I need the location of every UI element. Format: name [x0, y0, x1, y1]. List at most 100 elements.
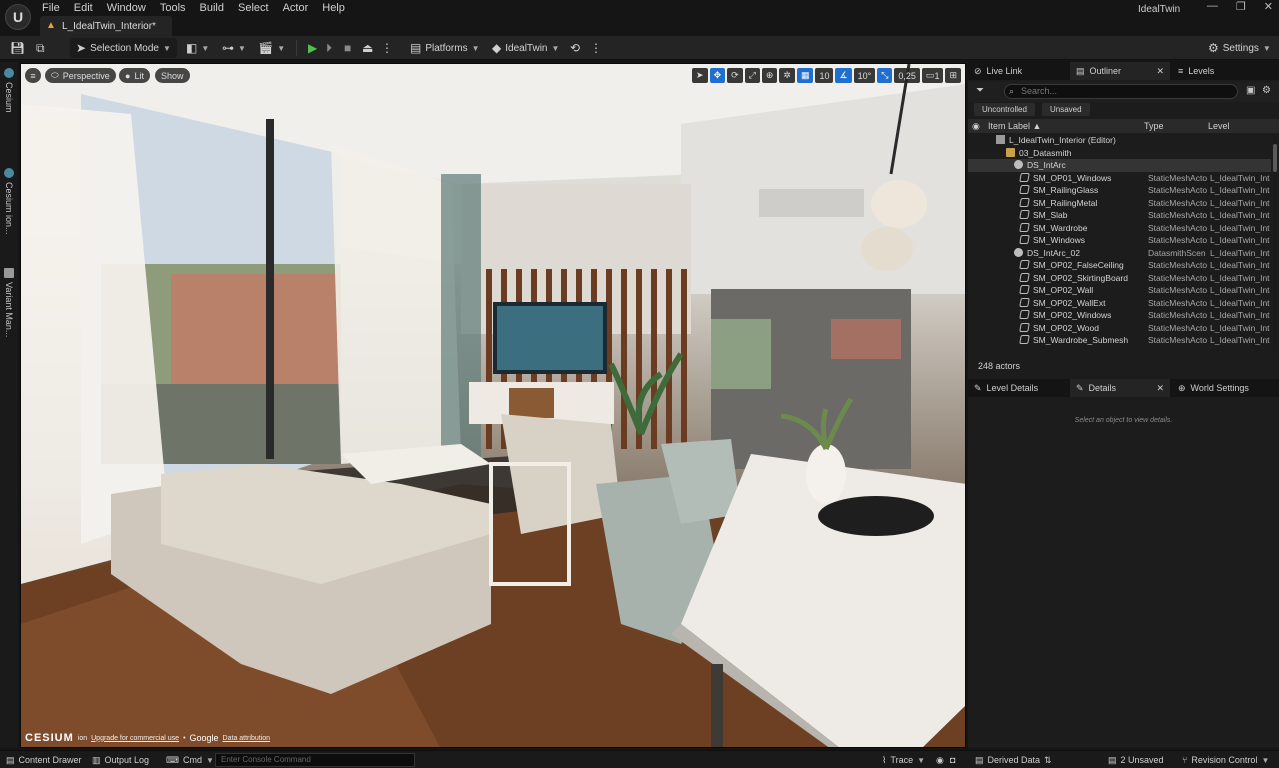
camera-speed-button[interactable]: ▭ 1: [921, 68, 944, 83]
visibility-eye-icon[interactable]: ◉: [972, 121, 980, 132]
maximize-viewport-button[interactable]: ⊞: [945, 68, 961, 83]
menu-edit[interactable]: Edit: [74, 2, 101, 14]
data-attribution-link[interactable]: Data attribution: [223, 735, 270, 742]
derived-data-button[interactable]: ▤ Derived Data: [975, 753, 1040, 767]
outliner-row[interactable]: SM_RailingMetal StaticMeshActo L_IdealTwin…: [968, 197, 1271, 210]
browse-button[interactable]: ⧉: [36, 38, 45, 58]
translate-tool-button[interactable]: ✥: [709, 68, 726, 83]
outliner-row[interactable]: SM_Wardrobe_Submesh StaticMeshActo L_Ideal…: [968, 334, 1271, 347]
trace-dropdown[interactable]: ⌇ Trace ▼: [882, 753, 925, 767]
menu-select[interactable]: Select: [238, 2, 277, 14]
grid-size-value[interactable]: 10: [815, 68, 834, 83]
grid-snap-button[interactable]: ▦: [796, 68, 814, 83]
record-button[interactable]: ◉: [936, 753, 944, 767]
tab-level-details[interactable]: ✎ Level Details: [968, 379, 1068, 397]
source-control-button[interactable]: ⟲: [570, 38, 580, 58]
tab-live-link[interactable]: ⊘ Live Link: [968, 62, 1068, 80]
rotation-snap-value[interactable]: 10°: [853, 68, 876, 83]
scrollbar-thumb[interactable]: [1273, 144, 1277, 172]
close-icon[interactable]: ✕: [1264, 0, 1273, 13]
outliner-row[interactable]: 03_Datasmith: [968, 147, 1271, 160]
scale-tool-button[interactable]: ⤢: [744, 68, 760, 83]
tab-variant-manager[interactable]: Variant Man...: [3, 268, 15, 337]
show-dropdown[interactable]: Show: [155, 68, 190, 83]
tab-cesium-ion[interactable]: Cesium ion...: [3, 168, 15, 235]
tab-world-settings[interactable]: ⊕ World Settings: [1172, 379, 1276, 397]
more-options-button[interactable]: ⋮: [590, 38, 602, 58]
menu-build[interactable]: Build: [200, 2, 232, 14]
add-actor-button[interactable]: ◧ ▼: [186, 38, 209, 58]
close-tab-icon[interactable]: ✕: [1156, 383, 1170, 394]
outliner-row[interactable]: SM_OP02_Wood StaticMeshActo L_IdealTwin_In…: [968, 322, 1271, 335]
rotation-snap-button[interactable]: ∡: [835, 68, 852, 83]
scale-snap-button[interactable]: ⤡: [877, 68, 893, 83]
lit-dropdown[interactable]: ● Lit: [119, 68, 150, 83]
save-button[interactable]: 💾︎: [10, 38, 25, 58]
menu-actor[interactable]: Actor: [283, 2, 317, 14]
viewport-menu-button[interactable]: ≡: [25, 68, 41, 83]
uncontrolled-filter[interactable]: Uncontrolled: [974, 103, 1035, 116]
rotate-tool-button[interactable]: ⟳: [727, 68, 743, 83]
outliner-scrollbar[interactable]: [1273, 134, 1277, 351]
console-command-input[interactable]: Enter Console Command: [215, 753, 415, 767]
tab-levels[interactable]: ≡ Levels: [1172, 62, 1272, 80]
tab-details[interactable]: ✎ Details ✕: [1070, 379, 1170, 397]
stop-button[interactable]: ■: [344, 38, 351, 58]
outliner-row[interactable]: DS_IntArc_02 DatasmithScen L_IdealTwin_Int: [968, 247, 1271, 260]
maximize-icon[interactable]: ❐: [1236, 0, 1246, 13]
column-level[interactable]: Level: [1208, 121, 1230, 131]
outliner-row[interactable]: SM_OP02_Wall StaticMeshActo L_IdealTwin_In…: [968, 284, 1271, 297]
idealtwin-dropdown[interactable]: ◆ IdealTwin ▼: [492, 38, 559, 58]
cinematics-button[interactable]: 🎬︎ ▼: [258, 38, 285, 58]
close-tab-icon[interactable]: ✕: [1156, 66, 1170, 77]
outliner-search-input[interactable]: ⌕ Search...: [1004, 84, 1238, 99]
unreal-logo-icon[interactable]: U: [5, 4, 31, 30]
perspective-dropdown[interactable]: ⬭ Perspective: [45, 68, 116, 83]
eject-button[interactable]: ⏏: [362, 38, 373, 58]
settings-dropdown[interactable]: ⚙ Settings ▼: [1208, 38, 1271, 58]
upgrade-link[interactable]: Upgrade for commercial use: [91, 735, 179, 742]
play-options-button[interactable]: ⋮: [381, 38, 393, 58]
outliner-row[interactable]: SM_Slab StaticMeshActo L_IdealTwin_Int: [968, 209, 1271, 222]
filter-icon[interactable]: ⏷: [976, 85, 984, 96]
column-type[interactable]: Type: [1144, 121, 1164, 131]
play-button[interactable]: ▶: [308, 38, 317, 58]
outliner-row[interactable]: L_IdealTwin_Interior (Editor): [968, 134, 1271, 147]
platforms-dropdown[interactable]: ▤ Platforms ▼: [410, 38, 480, 58]
advance-frame-button[interactable]: ⏵: [326, 38, 332, 58]
surface-snap-button[interactable]: ✲: [779, 68, 795, 83]
revision-control-button[interactable]: ⑂ Revision Control ▼: [1182, 753, 1269, 767]
minimize-icon[interactable]: —: [1207, 0, 1218, 13]
outliner-settings-gear-icon[interactable]: ⚙: [1262, 85, 1271, 96]
content-drawer-button[interactable]: ▤ Content Drawer: [6, 753, 82, 767]
outliner-row[interactable]: SM_OP02_Windows StaticMeshActo L_IdealTwin…: [968, 309, 1271, 322]
cmd-dropdown[interactable]: ⌨ Cmd ▼: [166, 753, 214, 767]
select-tool-button[interactable]: ➤: [692, 68, 708, 83]
outliner-row[interactable]: SM_OP01_Windows StaticMeshActo L_IdealTwin…: [968, 172, 1271, 185]
world-local-button[interactable]: ⊕: [761, 68, 778, 83]
tab-cesium[interactable]: Cesium: [3, 68, 15, 113]
menu-file[interactable]: File: [42, 2, 68, 14]
screenshot-button[interactable]: ◘: [950, 753, 955, 767]
outliner-row[interactable]: SM_RailingGlass StaticMeshActo L_IdealTwin…: [968, 184, 1271, 197]
scale-snap-value[interactable]: 0,25: [894, 68, 920, 83]
blueprint-button[interactable]: ⊶ ▼: [222, 38, 246, 58]
outliner-row[interactable]: SM_OP02_FalseCeiling StaticMeshActo L_Idea…: [968, 259, 1271, 272]
outliner-row[interactable]: SM_OP02_WallExt StaticMeshActo L_IdealTwin…: [968, 297, 1271, 310]
notifications-button[interactable]: ⇅: [1044, 753, 1052, 767]
unsaved-button[interactable]: ▤ 2 Unsaved: [1108, 753, 1164, 767]
level-document-tab[interactable]: ▲ L_IdealTwin_Interior*: [40, 16, 172, 36]
tab-outliner[interactable]: ▤ Outliner ✕: [1070, 62, 1170, 80]
menu-tools[interactable]: Tools: [160, 2, 194, 14]
unsaved-filter[interactable]: Unsaved: [1042, 103, 1090, 116]
menu-window[interactable]: Window: [107, 2, 154, 14]
add-folder-icon[interactable]: ▣: [1246, 85, 1255, 96]
outliner-row[interactable]: SM_Windows StaticMeshActo L_IdealTwin_Int: [968, 234, 1271, 247]
level-viewport[interactable]: ≡ ⬭ Perspective ● Lit Show ➤ ✥ ⟳ ⤢ ⊕ ✲ ▦ 1…: [20, 63, 966, 748]
output-log-button[interactable]: ▥ Output Log: [92, 753, 149, 767]
menu-help[interactable]: Help: [322, 2, 353, 14]
column-item-label[interactable]: Item Label ▲: [988, 121, 1041, 131]
outliner-row[interactable]: SM_Wardrobe StaticMeshActo L_IdealTwin_Int: [968, 222, 1271, 235]
outliner-row[interactable]: DS_IntArc: [968, 159, 1271, 172]
selection-mode-dropdown[interactable]: ➤ Selection Mode ▼: [70, 38, 177, 58]
